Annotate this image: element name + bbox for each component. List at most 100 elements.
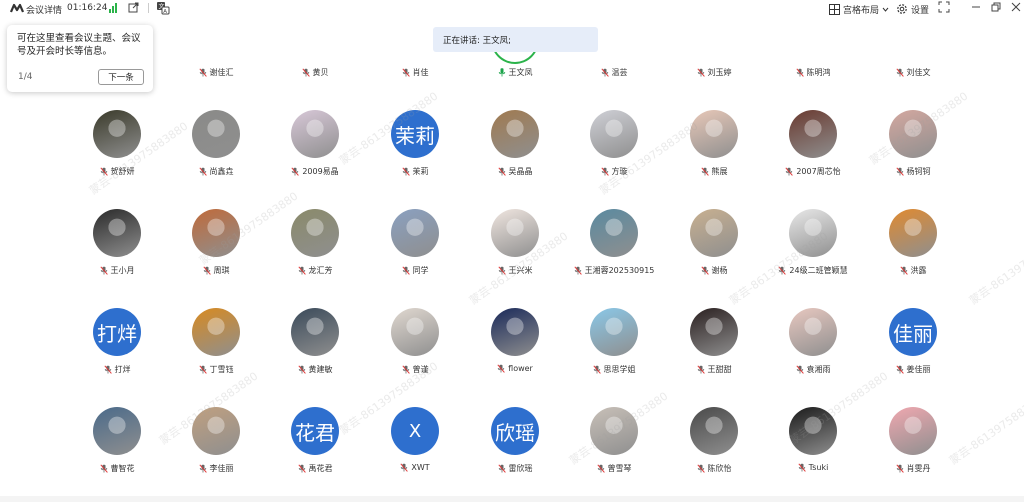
participant-name-row: 吴晶晶 [467, 166, 563, 177]
participant-tile[interactable]: 杨钶钶 [865, 110, 961, 182]
participant-name: 吴晶晶 [508, 167, 533, 176]
participant-name: 曾谨 [412, 365, 429, 374]
avatar [291, 209, 339, 257]
participant-tile[interactable]: 曹智花 [69, 407, 165, 479]
participant-name-row: 黄建敏 [267, 364, 363, 375]
participant-tile[interactable]: 佳丽 姜佳丽 [865, 308, 961, 380]
participant-tile[interactable]: 尚鑫垚 [168, 110, 264, 182]
next-tip-button[interactable]: 下一条 [98, 69, 144, 85]
participant-tile[interactable]: 王甜甜 [666, 308, 762, 380]
avatar-initials: 欣瑶 [491, 407, 539, 455]
participant-tile[interactable]: 黄建敏 [267, 308, 363, 380]
participant-tile[interactable]: 王湘蓉202530915 [566, 209, 662, 281]
participant-name-row: 茉莉 [367, 166, 463, 177]
participant-tile[interactable]: 陈欣怡 [666, 407, 762, 479]
participant-name: 曾雪琴 [607, 464, 632, 473]
mic-muted-icon [696, 464, 705, 473]
participant-name: 王湘蓉202530915 [584, 266, 655, 275]
participant-name-row: 同学 [367, 265, 463, 276]
participant-name-row: 打烊 [69, 364, 165, 375]
participant-name: 杨钶钶 [906, 167, 931, 176]
participant-tile[interactable]: 肖雯丹 [865, 407, 961, 479]
participant-name: Tsuki [808, 463, 829, 472]
mic-muted-icon [795, 365, 804, 374]
participant-tile[interactable]: 王兴米 [467, 209, 563, 281]
participant-name-row: 黄贝 [267, 67, 363, 78]
participant-name-row: 贺舒妍 [69, 166, 165, 177]
participant-tile[interactable]: 24级二班管颖慧 [765, 209, 861, 281]
participant-name-row: 温芸 [566, 67, 662, 78]
participant-name-row: flower [467, 364, 563, 373]
participant-name: flower [508, 364, 533, 373]
mic-muted-icon [600, 68, 609, 77]
mic-muted-icon [700, 167, 709, 176]
participant-name-row: 2007周芯怡 [765, 166, 861, 177]
mic-muted-icon [401, 266, 410, 275]
mic-muted-icon [497, 464, 506, 473]
participant-name-row: Tsuki [765, 463, 861, 472]
participant-name: 刘佳文 [906, 68, 931, 77]
participant-tile[interactable]: 洪露 [865, 209, 961, 281]
participant-tile[interactable]: 2007周芯怡 [765, 110, 861, 182]
mic-muted-icon [198, 365, 207, 374]
mic-muted-icon [497, 266, 506, 275]
participant-name: 王甜甜 [707, 365, 732, 374]
participant-tile[interactable]: 吴晶晶 [467, 110, 563, 182]
participant-tile[interactable]: 丁雪钰 [168, 308, 264, 380]
participant-tile[interactable]: 方璇 [566, 110, 662, 182]
participant-name-row: 肖雯丹 [865, 463, 961, 474]
avatar [491, 308, 539, 356]
mic-muted-icon [592, 365, 601, 374]
participant-tile[interactable]: 同学 [367, 209, 463, 281]
avatar-initials: 佳丽 [889, 308, 937, 356]
mic-muted-icon [895, 167, 904, 176]
participant-tile[interactable]: 2009易晶 [267, 110, 363, 182]
participant-name-row: 王文凤 [467, 67, 563, 78]
speaking-indicator: 正在讲话: 王文凤; [433, 27, 598, 52]
participant-tile[interactable]: 袁湘雨 [765, 308, 861, 380]
participant-tile[interactable]: 熊展 [666, 110, 762, 182]
participant-tile[interactable]: 谢杨 [666, 209, 762, 281]
participant-name: 谢佳汇 [209, 68, 234, 77]
participant-tile[interactable]: 茉莉 茉莉 [367, 110, 463, 182]
tooltip-message: 可在这里查看会议主题、会议号及开会时长等信息。 [17, 33, 141, 57]
participant-tile[interactable]: 欣瑶 雷欣瑶 [467, 407, 563, 479]
participant-tile[interactable]: 打烊 打烊 [69, 308, 165, 380]
avatar [291, 308, 339, 356]
mic-muted-icon [497, 167, 506, 176]
mic-muted-icon [198, 464, 207, 473]
avatar [491, 110, 539, 158]
participant-tile[interactable]: 曾雪琴 [566, 407, 662, 479]
avatar [291, 110, 339, 158]
participant-tile[interactable]: Tsuki [765, 407, 861, 479]
participant-name: 王小月 [110, 266, 135, 275]
participant-name-row: 李佳丽 [168, 463, 264, 474]
mic-muted-icon [202, 266, 211, 275]
avatar [690, 308, 738, 356]
participant-tile[interactable]: 曾谨 [367, 308, 463, 380]
participant-tile[interactable]: 龙汇芳 [267, 209, 363, 281]
avatar [192, 407, 240, 455]
participant-name-row: 陈欣怡 [666, 463, 762, 474]
participant-tile[interactable]: 贺舒妍 [69, 110, 165, 182]
participant-tile[interactable]: flower [467, 308, 563, 380]
participant-tile[interactable]: 花君 禹花君 [267, 407, 363, 479]
participant-tile[interactable]: 王小月 [69, 209, 165, 281]
participant-name-row: 曾雪琴 [566, 463, 662, 474]
mic-muted-icon [301, 68, 310, 77]
mic-on-icon [498, 68, 506, 77]
participant-name-row: 袁湘雨 [765, 364, 861, 375]
participant-tile[interactable]: 周琪 [168, 209, 264, 281]
avatar [192, 308, 240, 356]
participant-tile[interactable]: X XWT [367, 407, 463, 479]
participant-name: 洪露 [910, 266, 927, 275]
avatar-initials: 打烊 [93, 308, 141, 356]
participant-name: 丁雪钰 [209, 365, 234, 374]
participant-name: 尚鑫垚 [209, 167, 234, 176]
avatar [690, 110, 738, 158]
participant-tile[interactable]: 李佳丽 [168, 407, 264, 479]
participant-name: 贺舒妍 [110, 167, 135, 176]
participant-name: 2007周芯怡 [796, 167, 841, 176]
avatar [93, 110, 141, 158]
participant-tile[interactable]: 思思学姐 [566, 308, 662, 380]
